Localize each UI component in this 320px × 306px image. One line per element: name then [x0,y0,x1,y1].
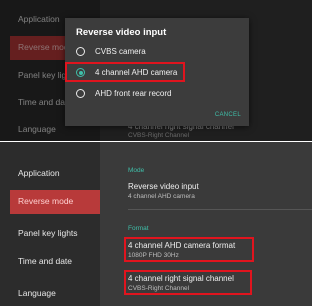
settings-screen: Application Reverse mode Panel key light… [0,142,312,306]
sidebar-item-application[interactable]: Application [18,168,60,178]
sidebar: Application Reverse mode Panel key light… [0,142,100,306]
reverse-video-input-setting[interactable]: Reverse video input [128,182,199,191]
option-cvbs-camera[interactable]: CVBS camera [65,43,249,61]
highlight-box-format [124,237,254,262]
sidebar-item-time-and-date[interactable]: Time and date [18,256,72,266]
sidebar-item-reverse-mode[interactable]: Reverse mode [10,190,100,214]
settings-screen-dialog-open: Application Reverse mode Panel key light… [0,0,312,141]
radio-unselected-icon [76,89,85,98]
row-divider [128,209,312,210]
option-ahd-front-rear-record[interactable]: AHD front rear record [65,85,249,103]
reverse-video-input-value: 4 channel AHD camera [128,193,195,200]
section-header-format: Format [128,225,149,232]
radio-unselected-icon [76,47,85,56]
sidebar-item-language[interactable]: Language [18,288,56,298]
dialog-title: Reverse video input [76,27,167,38]
section-header-mode: Mode [128,167,145,174]
sidebar-item-panel-key-lights[interactable]: Panel key lights [18,228,78,238]
highlight-box-selected-option [65,62,185,82]
highlight-box-channel [124,270,252,295]
cancel-button[interactable]: CANCEL [215,112,241,118]
